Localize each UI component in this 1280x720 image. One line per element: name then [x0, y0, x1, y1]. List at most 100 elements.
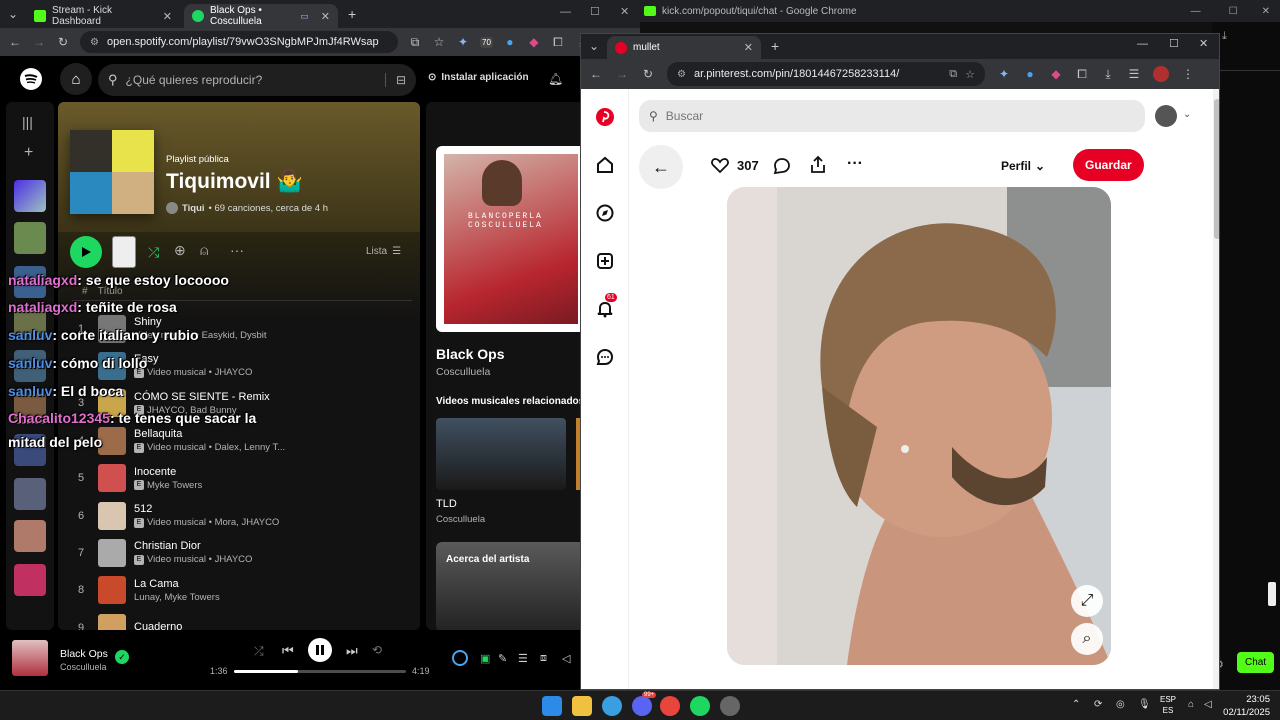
extensions-puzzle-icon[interactable]: ⧠: [551, 35, 565, 49]
track-title[interactable]: La Cama: [134, 578, 220, 590]
pinterest-logo-icon[interactable]: [595, 107, 615, 127]
library-icon[interactable]: |||: [22, 114, 33, 130]
track-row[interactable]: 6 512 E Video musical • Mora, JHAYCO: [72, 497, 412, 534]
new-tab-icon[interactable]: +: [771, 38, 779, 54]
close-window-icon[interactable]: ✕: [620, 5, 629, 18]
now-playing-view-icon[interactable]: ▣: [480, 652, 490, 665]
saved-check-icon[interactable]: ✓: [115, 650, 129, 664]
shuffle-icon[interactable]: ⤮: [254, 644, 264, 659]
language-indicator[interactable]: ESP ES: [1160, 694, 1176, 716]
liked-songs-icon[interactable]: [14, 180, 46, 212]
np-artist[interactable]: Cosculluela: [436, 366, 490, 378]
share-icon[interactable]: [809, 155, 827, 175]
playlist-thumb[interactable]: [112, 236, 136, 268]
track-row[interactable]: 4 Bellaquita E Video musical • Dalex, Lenny…: [72, 422, 412, 459]
expand-icon[interactable]: ⤢: [1071, 585, 1103, 617]
track-title[interactable]: 512: [134, 503, 279, 515]
menu-kebab-icon[interactable]: ⋮: [1181, 67, 1195, 81]
scrollbar-thumb[interactable]: [1214, 99, 1219, 239]
reading-list-icon[interactable]: ☰: [1127, 67, 1141, 81]
more-options-icon[interactable]: ···: [230, 242, 244, 258]
site-info-icon[interactable]: ⚙: [677, 69, 686, 80]
extension-circle-icon[interactable]: [452, 650, 468, 666]
network-icon[interactable]: ⌂: [1188, 699, 1194, 710]
close-icon[interactable]: ✕: [744, 41, 753, 54]
home-icon[interactable]: [595, 155, 615, 175]
extensions-puzzle-icon[interactable]: ⧠: [1075, 67, 1089, 81]
close-window-icon[interactable]: ✕: [1199, 37, 1208, 50]
track-row[interactable]: 5 Inocente E Myke Towers: [72, 460, 412, 497]
profile-dropdown[interactable]: Perfil ⌄: [1001, 159, 1045, 173]
chrome-icon[interactable]: [660, 696, 680, 716]
extension-icon[interactable]: ◆: [1049, 67, 1063, 81]
bookmark-star-icon[interactable]: ☆: [432, 35, 446, 49]
extension-icon[interactable]: ●: [1023, 67, 1037, 81]
reload-icon[interactable]: ↻: [641, 67, 655, 81]
messages-icon[interactable]: [595, 347, 615, 367]
pin-photo[interactable]: ⤢ ⌕: [727, 187, 1111, 665]
library-item[interactable]: [14, 222, 46, 254]
chevron-down-icon[interactable]: ⌄: [1183, 109, 1191, 120]
site-info-icon[interactable]: ⚙: [90, 37, 99, 48]
install-icon[interactable]: ⧉: [408, 35, 422, 49]
bookmark-star-icon[interactable]: ☆: [965, 68, 975, 81]
tab-spotify[interactable]: Black Ops • Cosculluela ▭ ✕: [184, 4, 338, 28]
extension-icon[interactable]: ●: [503, 35, 517, 49]
forward-icon[interactable]: →: [615, 67, 629, 81]
close-window-icon[interactable]: ✕: [1262, 6, 1270, 17]
tab-kick-dashboard[interactable]: Stream - Kick Dashboard ✕: [26, 4, 180, 28]
library-item[interactable]: [14, 478, 46, 510]
forward-icon[interactable]: →: [32, 35, 46, 49]
track-title[interactable]: Cuaderno: [134, 621, 182, 630]
explore-compass-icon[interactable]: [595, 203, 615, 223]
download-icon[interactable]: ⤓: [1222, 30, 1227, 43]
about-artist-card[interactable]: Acerca del artista: [436, 542, 586, 630]
create-plus-icon[interactable]: [595, 251, 615, 271]
view-toggle[interactable]: Lista ☰: [366, 246, 401, 257]
create-plus-icon[interactable]: +: [24, 144, 33, 162]
chevron-up-icon[interactable]: ⌃: [1072, 699, 1080, 710]
tab-search-icon[interactable]: ⌄: [587, 39, 601, 53]
url-field[interactable]: ⚙ ar.pinterest.com/pin/18014467258233114…: [667, 62, 985, 86]
pinterest-search[interactable]: ⚲ Buscar: [639, 100, 1145, 132]
tray-sync-icon[interactable]: ⟳: [1094, 699, 1102, 710]
minimize-icon[interactable]: —: [1191, 6, 1201, 17]
windows-start-icon[interactable]: [542, 696, 562, 716]
np-title[interactable]: Black Ops: [436, 346, 504, 362]
more-options-icon[interactable]: ···: [847, 155, 863, 173]
close-icon[interactable]: ✕: [163, 10, 172, 23]
related-video-title[interactable]: TLD: [436, 498, 457, 510]
owner-name[interactable]: Tiqui: [182, 203, 205, 214]
maximize-icon[interactable]: ☐: [1229, 6, 1238, 17]
new-tab-icon[interactable]: +: [348, 6, 356, 22]
copilot-icon[interactable]: [602, 696, 622, 716]
track-title[interactable]: CÓMO SE SIENTE - Remix: [134, 391, 270, 403]
visual-search-icon[interactable]: ⌕: [1071, 623, 1103, 655]
queue-icon[interactable]: ☰: [518, 652, 528, 665]
reload-icon[interactable]: ↻: [56, 35, 70, 49]
pause-button[interactable]: [308, 638, 332, 662]
player-track-title[interactable]: Black Ops: [60, 648, 108, 660]
notifications-bell-icon[interactable]: 🔔︎: [548, 72, 563, 86]
track-title[interactable]: Easy: [134, 353, 252, 365]
track-title[interactable]: Inocente: [134, 466, 202, 478]
discord-icon[interactable]: 99+: [632, 692, 657, 716]
extension-icon[interactable]: ✦: [997, 67, 1011, 81]
library-item[interactable]: [14, 564, 46, 596]
file-explorer-icon[interactable]: [572, 696, 592, 716]
repeat-icon[interactable]: ⟲: [372, 643, 382, 657]
add-user-icon[interactable]: ⍝: [200, 242, 208, 259]
profile-avatar[interactable]: [1153, 66, 1169, 82]
spotify-search[interactable]: ⚲ ¿Qué quieres reproducir? ⊟: [98, 64, 416, 96]
spotify-logo-icon[interactable]: [20, 68, 42, 90]
minimize-icon[interactable]: —: [560, 6, 571, 18]
previous-icon[interactable]: ⏮︎: [282, 643, 294, 659]
scrollbar[interactable]: [1213, 89, 1219, 689]
next-icon[interactable]: ⏭︎: [346, 643, 358, 659]
install-icon[interactable]: ⧉: [949, 68, 957, 81]
install-app-link[interactable]: ⊙ Instalar aplicación: [428, 72, 529, 83]
play-button[interactable]: [70, 236, 102, 268]
home-icon[interactable]: ⌂: [60, 63, 92, 95]
account-avatar[interactable]: [1155, 105, 1177, 127]
download-icon[interactable]: ⤓: [1101, 67, 1115, 81]
